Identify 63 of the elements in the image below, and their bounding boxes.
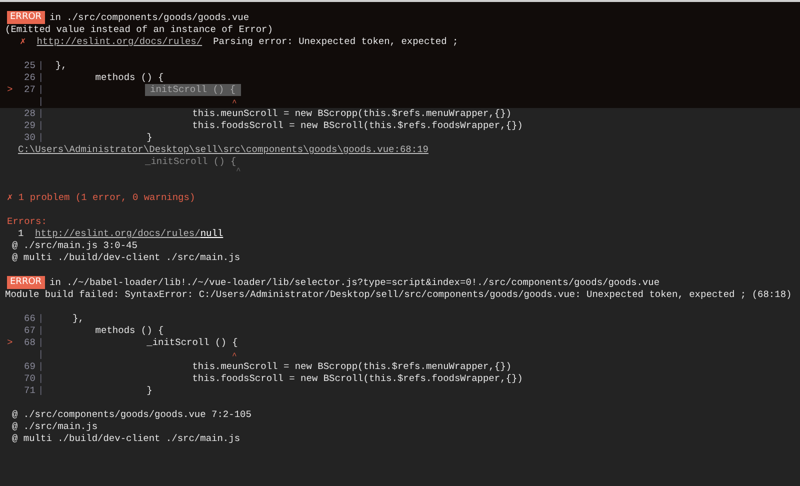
gutter-divider: |: [38, 373, 44, 385]
line-number: 30: [24, 132, 36, 144]
error-badge: ERROR: [7, 11, 45, 24]
line-number: 71: [24, 385, 36, 397]
error-count: 1: [18, 228, 25, 240]
gutter-divider: |: [38, 132, 44, 144]
module-trace: @ ./src/main.js 3:0-45: [12, 240, 138, 252]
error-caret: ^: [236, 168, 241, 176]
code-line: methods () {: [94, 325, 164, 337]
gutter-divider: |: [38, 349, 44, 361]
rule-link[interactable]: http://eslint.org/docs/rules/: [35, 228, 200, 240]
line-number: 68: [24, 337, 36, 349]
line-number: 69: [24, 361, 36, 373]
module-trace: @ ./src/main.js: [12, 421, 98, 433]
line-number: 67: [24, 325, 36, 337]
gutter-divider: |: [38, 108, 44, 120]
gutter-divider: |: [38, 96, 44, 108]
error-line-marker: >: [7, 337, 13, 349]
gutter-divider: |: [38, 337, 44, 349]
gutter-divider: |: [38, 120, 44, 132]
error-message: (Emitted value instead of an instance of Error): [5, 24, 273, 36]
error-caret: ^: [232, 100, 237, 108]
error-mark: ✗: [20, 36, 26, 48]
gutter-divider: |: [38, 313, 44, 325]
error-caret: ^: [232, 353, 237, 361]
code-line: this.meunScroll = new BScropp(this.$refs.menuWrapper,{}): [191, 361, 512, 373]
code-line: this.foodsScroll = new BScroll(this.$refs.foodsWrapper,{}): [191, 373, 523, 385]
line-number: 26: [24, 72, 36, 84]
gutter-divider: |: [38, 72, 44, 84]
code-line: this.foodsScroll = new BScroll(this.$refs.foodsWrapper,{}): [191, 120, 523, 132]
module-trace: @ multi ./build/dev-client ./src/main.js: [12, 252, 240, 264]
line-number: 29: [24, 120, 36, 132]
gutter-divider: |: [38, 84, 44, 96]
error-location: in ./~/babel-loader/lib!./~/vue-loader/lib/selector.js?type=script&index=0!./src/components/goods/goods.vue: [50, 276, 660, 288]
problem-summary: ✗ 1 problem (1 error, 0 warnings): [7, 192, 196, 204]
line-number: 25: [24, 60, 36, 72]
rule-link[interactable]: http://eslint.org/docs/rules/: [36, 36, 202, 48]
gutter-divider: |: [38, 325, 44, 337]
line-number: 28: [24, 108, 36, 120]
gutter-divider: |: [38, 385, 44, 397]
error-badge: ERROR: [7, 276, 45, 289]
module-trace: @ multi ./build/dev-client ./src/main.js: [12, 433, 240, 445]
error-line-marker: >: [7, 84, 13, 96]
error-message: Parsing error: Unexpected token, expected ;: [213, 36, 458, 48]
gutter-divider: |: [38, 60, 44, 72]
line-number: 27: [24, 84, 36, 96]
gutter-divider: |: [38, 361, 44, 373]
code-line: this.meunScroll = new BScropp(this.$refs.menuWrapper,{}): [191, 108, 512, 120]
code-line: _initScroll () {: [146, 337, 238, 349]
errors-heading: Errors:: [7, 216, 47, 228]
code-line: }: [146, 385, 152, 397]
line-number: 70: [24, 373, 36, 385]
rule-name: null: [200, 228, 224, 240]
file-path-link[interactable]: C:\Users\Administrator\Desktop\sell\src\components\goods\goods.vue:68:19: [18, 144, 428, 156]
code-line: methods () {: [94, 72, 164, 84]
code-line: },: [72, 313, 84, 325]
module-trace: @ ./src/components/goods/goods.vue 7:2-105: [12, 409, 252, 421]
code-line: }: [146, 132, 152, 144]
error-message: Module build failed: SyntaxError: C:/Users/Administrator/Desktop/sell/src/components/goods/goods.vue: Unexpected token, expected ; (68:18): [5, 289, 792, 301]
line-number: 66: [24, 313, 36, 325]
code-line: },: [54, 60, 67, 72]
error-location: in ./src/components/goods/goods.vue: [50, 12, 250, 24]
code-excerpt: _initScroll () {: [145, 156, 236, 168]
